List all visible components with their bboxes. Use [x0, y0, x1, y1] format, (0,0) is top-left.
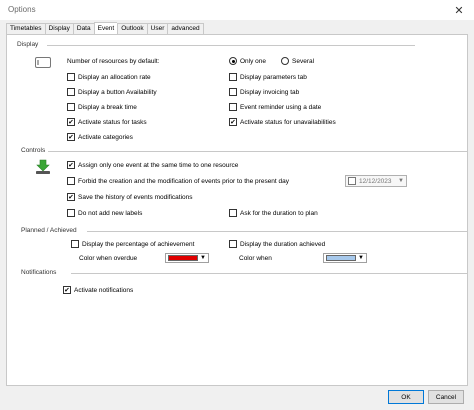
allocation-rate-label: Display an allocation rate [78, 73, 151, 81]
planned-section-divider [87, 231, 467, 232]
event-tab-panel: Display Number of resources by default: … [6, 34, 468, 386]
tab-data[interactable]: Data [72, 23, 94, 34]
only-one-label: Only one [240, 57, 267, 65]
duration-achieved-checkbox[interactable]: Display the duration achieved [229, 240, 325, 248]
chevron-down-icon[interactable]: ▼ [398, 178, 404, 184]
categories-label: Activate categories [78, 133, 133, 141]
color-when-swatch [326, 255, 356, 261]
tab-display[interactable]: Display [44, 23, 73, 34]
close-icon[interactable]: ✕ [444, 0, 474, 20]
categories-box[interactable] [67, 133, 75, 141]
invoicing-tab-box[interactable] [229, 88, 237, 96]
ok-button[interactable]: OK [388, 390, 424, 404]
several-label: Several [292, 57, 315, 65]
chevron-down-icon[interactable]: ▼ [358, 255, 364, 261]
status-unavail-label: Activate status for unavailabilities [240, 118, 336, 126]
notifications-section-divider [71, 273, 467, 274]
chevron-down-icon[interactable]: ▼ [200, 255, 206, 261]
color-when-picker[interactable]: ▼ [323, 253, 367, 263]
tab-event[interactable]: Event [93, 22, 118, 34]
only-one-radio[interactable]: Only one [229, 57, 266, 65]
break-time-box[interactable] [67, 103, 75, 111]
ask-duration-checkbox[interactable]: Ask for the duration to plan [229, 209, 318, 217]
duration-achieved-box[interactable] [229, 240, 237, 248]
tab-advanced[interactable]: advanced [167, 23, 204, 34]
save-history-box[interactable] [67, 193, 75, 201]
color-overdue-label: Color when overdue [79, 255, 138, 262]
several-radio-indicator[interactable] [281, 57, 289, 65]
forbid-prior-checkbox[interactable]: Forbid the creation and the modification… [67, 177, 289, 185]
notifications-section-label: Notifications [21, 269, 60, 276]
controls-section-label: Controls [21, 147, 49, 154]
only-one-event-box[interactable] [67, 161, 75, 169]
event-reminder-box[interactable] [229, 103, 237, 111]
activate-notifications-checkbox[interactable]: Activate notifications [63, 286, 133, 294]
break-time-checkbox[interactable]: Display a break time [67, 103, 137, 111]
forbid-prior-label: Forbid the creation and the modification… [78, 177, 290, 185]
planned-section-label: Planned / Achieved [21, 227, 80, 234]
duration-achieved-label: Display the duration achieved [240, 240, 326, 248]
tab-outlook[interactable]: Outlook [117, 23, 147, 34]
invoicing-tab-checkbox[interactable]: Display invoicing tab [229, 88, 299, 96]
button-availability-box[interactable] [67, 88, 75, 96]
no-new-labels-box[interactable] [67, 209, 75, 217]
event-reminder-label: Event reminder using a date [240, 103, 322, 111]
only-one-event-checkbox[interactable]: Assign only one event at the same time t… [67, 161, 238, 169]
resources-default-label: Number of resources by default: [67, 58, 160, 65]
categories-checkbox[interactable]: Activate categories [67, 133, 133, 141]
parameters-tab-checkbox[interactable]: Display parameters tab [229, 73, 307, 81]
controls-section-divider [47, 151, 467, 152]
tab-user[interactable]: User [146, 23, 168, 34]
break-time-label: Display a break time [78, 103, 137, 111]
date-picker-value: 12/12/2023 [359, 177, 392, 185]
save-history-label: Save the history of events modifications [78, 193, 193, 201]
dialog-footer: OK Cancel [0, 386, 474, 410]
forbid-prior-box[interactable] [67, 177, 75, 185]
date-picker[interactable]: 12/12/2023 ▼ [345, 175, 407, 187]
allocation-rate-box[interactable] [67, 73, 75, 81]
status-tasks-checkbox[interactable]: Activate status for tasks [67, 118, 147, 126]
status-tasks-label: Activate status for tasks [78, 118, 147, 126]
percentage-box[interactable] [71, 240, 79, 248]
percentage-checkbox[interactable]: Display the percentage of achievement [71, 240, 194, 248]
only-one-event-label: Assign only one event at the same time t… [78, 161, 239, 169]
window-title: Options [8, 5, 36, 14]
several-radio[interactable]: Several [281, 57, 314, 65]
title-bar: Options ✕ [0, 0, 474, 20]
ask-duration-box[interactable] [229, 209, 237, 217]
status-unavail-box[interactable] [229, 118, 237, 126]
parameters-tab-label: Display parameters tab [240, 73, 307, 81]
status-tasks-box[interactable] [67, 118, 75, 126]
no-new-labels-checkbox[interactable]: Do not add new labels [67, 209, 142, 217]
parameters-tab-box[interactable] [229, 73, 237, 81]
only-one-radio-indicator[interactable] [229, 57, 237, 65]
date-picker-checkbox[interactable] [348, 177, 356, 185]
no-new-labels-label: Do not add new labels [78, 209, 143, 217]
percentage-label: Display the percentage of achievement [82, 240, 195, 248]
allocation-rate-checkbox[interactable]: Display an allocation rate [67, 73, 151, 81]
cancel-button[interactable]: Cancel [428, 390, 464, 404]
display-section-label: Display [17, 41, 42, 48]
button-availability-label: Display a button Availability [78, 88, 157, 96]
button-availability-checkbox[interactable]: Display a button Availability [67, 88, 157, 96]
activate-notifications-box[interactable] [63, 286, 71, 294]
color-overdue-swatch [168, 255, 198, 261]
resource-icon [35, 57, 51, 70]
color-when-label: Color when [239, 255, 272, 262]
download-tray-icon [35, 159, 51, 177]
tab-strip: Timetables Display Data Event Outlook Us… [6, 22, 204, 34]
invoicing-tab-label: Display invoicing tab [240, 88, 300, 96]
status-unavail-checkbox[interactable]: Activate status for unavailabilities [229, 118, 336, 126]
color-overdue-picker[interactable]: ▼ [165, 253, 209, 263]
activate-notifications-label: Activate notifications [74, 286, 134, 294]
tab-timetables[interactable]: Timetables [6, 23, 45, 34]
ask-duration-label: Ask for the duration to plan [240, 209, 318, 217]
event-reminder-checkbox[interactable]: Event reminder using a date [229, 103, 321, 111]
save-history-checkbox[interactable]: Save the history of events modifications [67, 193, 193, 201]
display-section-divider [47, 45, 415, 46]
